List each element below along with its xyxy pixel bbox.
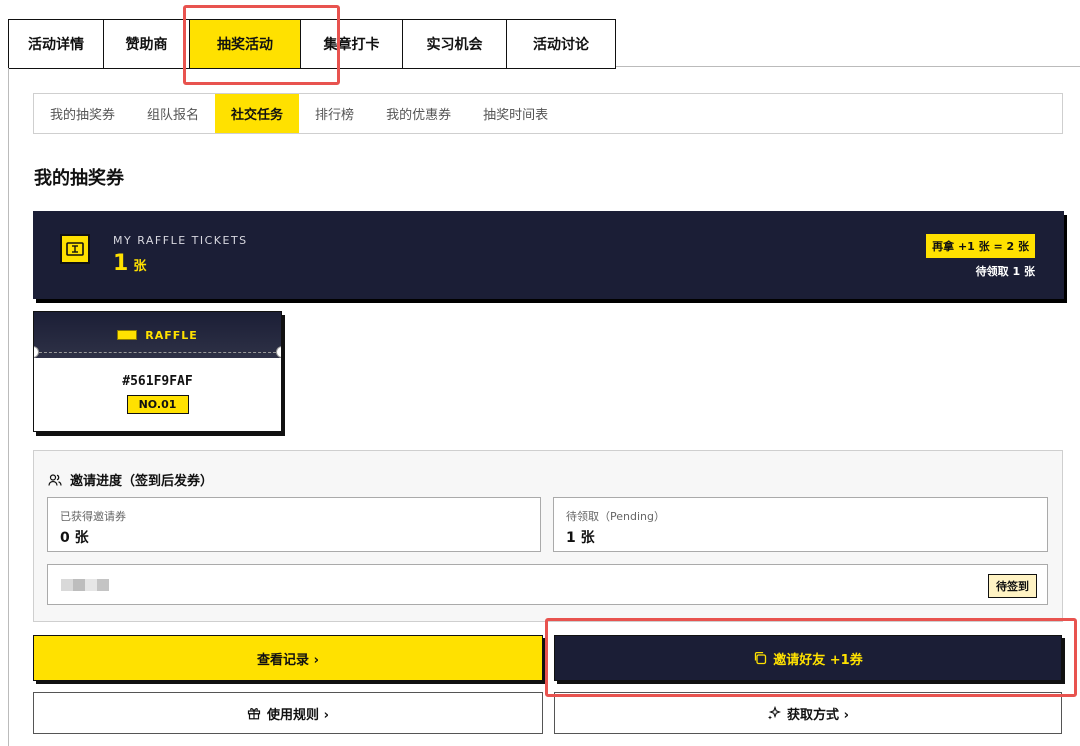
subtab-raffle-schedule[interactable]: 抽奖时间表 bbox=[467, 94, 564, 133]
pending-tickets-label: 待领取（Pending） bbox=[566, 510, 665, 523]
subtab-my-tickets[interactable]: 我的抽奖券 bbox=[34, 94, 131, 133]
subtab-label: 抽奖时间表 bbox=[483, 108, 549, 123]
tab-discussion[interactable]: 活动讨论 bbox=[506, 19, 616, 69]
page-title: 我的抽奖券 bbox=[34, 168, 124, 189]
tab-label: 赞助商 bbox=[125, 37, 168, 53]
tab-label: 实习机会 bbox=[426, 37, 483, 53]
mini-ticket-icon bbox=[117, 330, 138, 340]
top-tab-bar: 活动详情 赞助商 抽奖活动 集章打卡 实习机会 活动讨论 bbox=[8, 19, 616, 69]
copy-icon bbox=[755, 651, 767, 665]
friend-status-badge: 待签到 bbox=[988, 574, 1037, 598]
masked-friend-name bbox=[61, 579, 109, 591]
subtab-label: 排行榜 bbox=[315, 108, 355, 123]
tab-activity-details[interactable]: 活动详情 bbox=[8, 19, 103, 69]
raffle-code: #561F9FAF bbox=[122, 374, 193, 389]
raffle-ticket-card[interactable]: RAFFLE #561F9FAF NO.01 bbox=[33, 311, 282, 432]
subtab-label: 组队报名 bbox=[147, 108, 200, 123]
subtab-social-tasks[interactable]: 社交任务 bbox=[215, 94, 300, 133]
subtab-my-coupons[interactable]: 我的优惠券 bbox=[370, 94, 467, 133]
bonus-badge: 再拿 +1 张 = 2 张 bbox=[926, 234, 1035, 258]
invited-friend-row: 待签到 bbox=[47, 564, 1048, 605]
sub-tab-bar: 我的抽奖券 组队报名 社交任务 排行榜 我的优惠券 抽奖时间表 bbox=[33, 93, 1063, 134]
usage-rules-label: 使用规则 › bbox=[267, 707, 329, 723]
invite-friend-label: 邀请好友 +1券 bbox=[773, 652, 863, 668]
content-border bbox=[8, 68, 9, 746]
tab-label: 活动讨论 bbox=[533, 37, 589, 53]
ticket-count-unit: 张 bbox=[133, 259, 147, 274]
ticket-summary-panel: MY RAFFLE TICKETS 1 张 再拿 +1 张 = 2 张 待领取 … bbox=[33, 211, 1064, 299]
subtab-label: 我的优惠券 bbox=[386, 108, 452, 123]
subtab-label: 我的抽奖券 bbox=[50, 108, 116, 123]
subtab-label: 社交任务 bbox=[231, 108, 284, 123]
how-to-get-button[interactable]: 获取方式 › bbox=[554, 692, 1062, 734]
subtab-leaderboard[interactable]: 排行榜 bbox=[299, 94, 370, 133]
pending-tickets-box: 待领取（Pending） 1 张 bbox=[553, 497, 1048, 552]
perforation-hole bbox=[276, 346, 281, 358]
ticket-summary-label: MY RAFFLE TICKETS bbox=[113, 234, 248, 247]
raffle-number-badge: NO.01 bbox=[126, 395, 189, 414]
tab-bar-divider bbox=[616, 66, 1080, 67]
tab-label: 集章打卡 bbox=[323, 37, 380, 53]
users-icon bbox=[48, 473, 62, 486]
invite-progress-title: 邀请进度（签到后发券） bbox=[48, 470, 213, 489]
tab-sponsors[interactable]: 赞助商 bbox=[103, 19, 189, 69]
tab-stamp-checkin[interactable]: 集章打卡 bbox=[300, 19, 402, 69]
view-records-button[interactable]: 查看记录 › bbox=[33, 635, 543, 681]
ticket-icon bbox=[60, 234, 90, 264]
raffle-card-label: RAFFLE bbox=[145, 328, 198, 342]
invite-friend-button[interactable]: 邀请好友 +1券 bbox=[554, 635, 1062, 681]
subtab-team-signup[interactable]: 组队报名 bbox=[131, 94, 215, 133]
sparkle-icon bbox=[768, 706, 782, 720]
usage-rules-button[interactable]: 使用规则 › bbox=[33, 692, 543, 734]
pending-text: 待领取 1 张 bbox=[975, 265, 1035, 278]
invite-progress-title-text: 邀请进度（签到后发券） bbox=[70, 474, 214, 489]
tab-label: 抽奖活动 bbox=[217, 37, 273, 53]
gift-icon bbox=[247, 708, 261, 720]
earned-tickets-label: 已获得邀请券 bbox=[60, 510, 126, 523]
view-records-label: 查看记录 › bbox=[257, 652, 319, 668]
ticket-count-value: 1 bbox=[113, 251, 129, 276]
tab-label: 活动详情 bbox=[28, 37, 84, 53]
tab-raffle[interactable]: 抽奖活动 bbox=[189, 19, 300, 69]
pending-tickets-value: 1 张 bbox=[566, 530, 595, 546]
how-to-get-label: 获取方式 › bbox=[787, 707, 849, 723]
perforation bbox=[34, 346, 281, 364]
tab-internships[interactable]: 实习机会 bbox=[402, 19, 506, 69]
invite-progress-panel: 邀请进度（签到后发券） 已获得邀请券 0 张 待领取（Pending） 1 张 … bbox=[33, 450, 1063, 622]
earned-tickets-box: 已获得邀请券 0 张 bbox=[47, 497, 541, 552]
earned-tickets-value: 0 张 bbox=[60, 530, 89, 546]
ticket-count: 1 张 bbox=[113, 251, 146, 276]
